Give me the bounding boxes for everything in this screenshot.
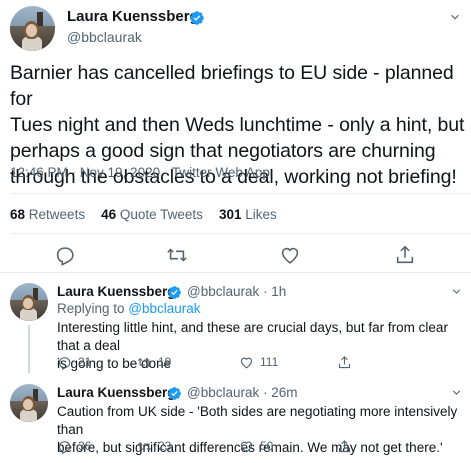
- like-icon: [240, 357, 253, 369]
- tweet-text-line: perhaps a good sign that negotiators are…: [10, 140, 436, 162]
- author-name[interactable]: Laura Kuenssberg: [67, 8, 199, 25]
- reply-icon: [58, 441, 71, 454]
- share-button[interactable]: [337, 355, 358, 370]
- reply-author-name[interactable]: Laura Kuenssberg: [57, 385, 176, 400]
- verified-badge-icon: [190, 11, 204, 25]
- tweet-actions: [0, 244, 471, 266]
- like-icon[interactable]: [279, 244, 301, 266]
- chevron-down-icon[interactable]: [450, 386, 463, 399]
- thread-line: [28, 325, 30, 373]
- divider: [10, 233, 471, 234]
- reply-count[interactable]: 21: [57, 355, 91, 370]
- quote-tweets-stat[interactable]: 46 Quote Tweets: [101, 207, 203, 222]
- share-icon: [338, 356, 351, 369]
- chevron-down-icon[interactable]: [448, 10, 462, 24]
- share-icon[interactable]: [394, 244, 416, 266]
- tweet-timestamp[interactable]: 12:46 PM · Nov 19, 2020 · Twitter Web Ap…: [10, 165, 270, 180]
- reply-tweet[interactable]: Laura Kuenssberg @bbclaurak · 26m Cautio…: [0, 373, 471, 463]
- chevron-down-icon[interactable]: [450, 285, 463, 298]
- reply-avatar[interactable]: [10, 283, 48, 321]
- reply-count[interactable]: 36: [57, 439, 91, 454]
- replying-to: Replying to @bbclaurak: [57, 301, 201, 316]
- like-icon: [240, 441, 253, 453]
- engagement-stats: 68 Retweets 46 Quote Tweets 301 Likes: [10, 207, 277, 222]
- like-count[interactable]: 50: [239, 439, 273, 454]
- reply-author-name[interactable]: Laura Kuenssberg: [57, 284, 176, 299]
- reply-icon[interactable]: [54, 244, 76, 266]
- verified-badge-icon: [168, 387, 181, 400]
- like-count[interactable]: 111: [239, 355, 278, 370]
- reply-avatar[interactable]: [10, 384, 48, 422]
- author-handle[interactable]: @bbclaurak: [67, 29, 142, 45]
- retweet-icon: [137, 441, 152, 452]
- author-avatar[interactable]: [10, 6, 55, 51]
- reply-author-handle[interactable]: @bbclaurak · 1h: [187, 284, 286, 299]
- share-button[interactable]: [337, 439, 358, 454]
- reply-icon: [58, 357, 71, 370]
- reply-tweet[interactable]: Laura Kuenssberg @bbclaurak · 1h Replyin…: [0, 273, 471, 373]
- verified-badge-icon: [168, 286, 181, 299]
- likes-stat[interactable]: 301 Likes: [219, 207, 277, 222]
- retweet-count[interactable]: 19: [137, 355, 171, 370]
- retweet-count[interactable]: 23: [137, 439, 171, 454]
- share-icon: [338, 440, 351, 453]
- retweet-icon: [137, 357, 152, 368]
- tweet-text-line: Tues night and then Weds lunchtime - onl…: [10, 114, 465, 136]
- reply-author-handle[interactable]: @bbclaurak · 26m: [187, 385, 298, 400]
- retweet-icon[interactable]: [166, 244, 188, 266]
- replying-to-link[interactable]: @bbclaurak: [128, 301, 200, 316]
- divider: [10, 193, 471, 194]
- tweet-text-line: Barnier has cancelled briefings to EU si…: [10, 62, 454, 110]
- retweets-stat[interactable]: 68 Retweets: [10, 207, 85, 222]
